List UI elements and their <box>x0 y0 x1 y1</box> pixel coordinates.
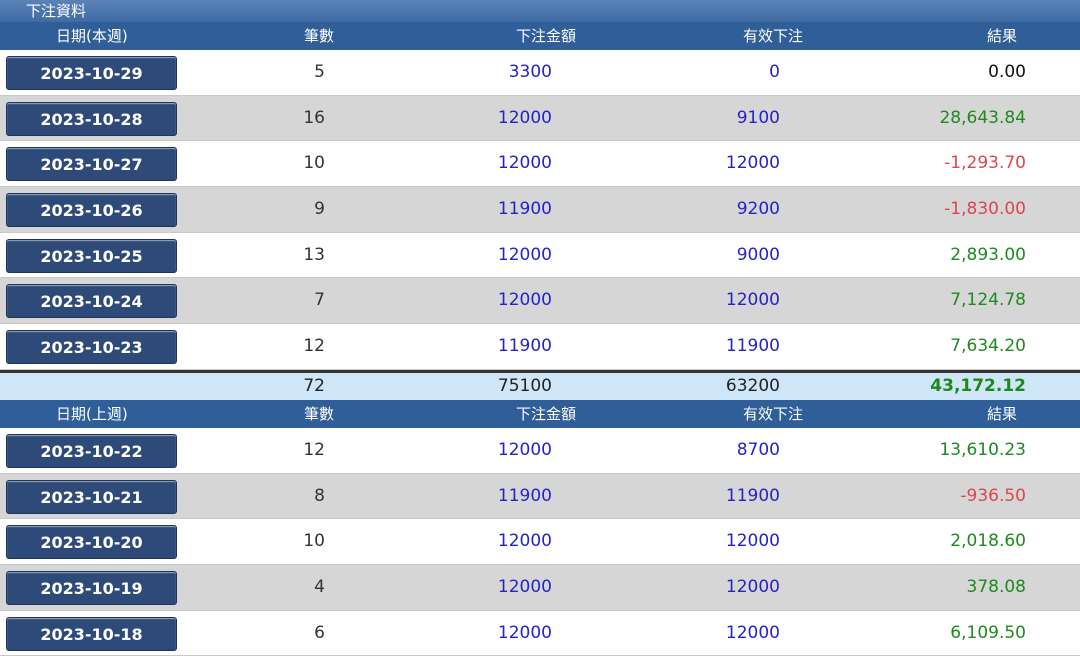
header-count-last-week: 筆數 <box>304 404 335 423</box>
valid-bet-cell: 11900 <box>725 485 780 506</box>
total-count: 72 <box>303 375 325 396</box>
bet-amount-cell: 12000 <box>497 153 552 174</box>
table-row: 2023-10-21 8 11900 11900 -936.50 <box>0 473 1080 520</box>
header-result: 結果 <box>987 27 1018 45</box>
this-week-header: 日期(本週) 筆數 下注金額 有效下注 結果 <box>0 22 1080 50</box>
valid-bet-cell: 12000 <box>725 153 780 174</box>
result-cell: 378.08 <box>966 576 1026 597</box>
bet-amount-cell: 11900 <box>497 336 552 357</box>
table-row: 2023-10-25 13 12000 9000 2,893.00 <box>0 233 1080 279</box>
valid-bet-cell: 9200 <box>736 199 780 220</box>
date-button[interactable]: 2023-10-21 <box>6 479 177 514</box>
bet-amount-cell: 12000 <box>497 439 552 460</box>
totals-row: 72 75100 63200 43,172.12 <box>0 369 1080 400</box>
result-cell: 7,124.78 <box>950 290 1026 311</box>
bet-amount-cell: 12000 <box>497 622 552 643</box>
result-cell: 28,643.84 <box>939 107 1026 128</box>
table-row: 2023-10-27 10 12000 12000 -1,293.70 <box>0 141 1080 188</box>
total-result: 43,172.12 <box>930 375 1026 396</box>
date-button[interactable]: 2023-10-28 <box>6 101 177 136</box>
result-cell: 13,610.23 <box>939 439 1026 460</box>
valid-bet-cell: 0 <box>769 62 780 82</box>
result-cell: 7,634.20 <box>950 336 1026 357</box>
table-row: 2023-10-29 5 3300 0 0.00 <box>0 50 1080 96</box>
date-button[interactable]: 2023-10-25 <box>6 238 177 273</box>
header-date: 日期(本週) <box>56 27 128 45</box>
valid-bet-cell: 12000 <box>725 290 780 311</box>
header-valid-last-week: 有效下注 <box>743 404 804 423</box>
date-button[interactable]: 2023-10-20 <box>6 525 177 560</box>
valid-bet-cell: 12000 <box>725 576 780 597</box>
table-row: 2023-10-26 9 11900 9200 -1,830.00 <box>0 187 1080 233</box>
date-button[interactable]: 2023-10-26 <box>6 193 177 228</box>
header-date-last-week: 日期(上週) <box>56 404 128 423</box>
result-cell: 6,109.50 <box>950 622 1026 643</box>
result-cell: -1,293.70 <box>944 153 1026 174</box>
count-cell: 13 <box>303 244 325 265</box>
this-week-table: 2023-10-29 5 3300 0 0.00 2023-10-28 16 12000 910… <box>0 50 1080 370</box>
table-row: 2023-10-22 12 12000 8700 13,610.23 <box>0 428 1080 474</box>
total-valid: 63200 <box>725 375 780 396</box>
bet-amount-cell: 11900 <box>497 199 552 220</box>
bet-amount-cell: 3300 <box>508 62 552 82</box>
count-cell: 10 <box>303 153 325 174</box>
count-cell: 4 <box>314 576 325 597</box>
valid-bet-cell: 12000 <box>725 531 780 552</box>
count-cell: 16 <box>303 107 325 128</box>
total-bet: 75100 <box>497 375 552 396</box>
result-cell: -936.50 <box>960 485 1026 506</box>
bet-amount-cell: 12000 <box>497 244 552 265</box>
bet-amount-cell: 12000 <box>497 576 552 597</box>
header-result-last-week: 結果 <box>987 404 1018 423</box>
date-button[interactable]: 2023-10-19 <box>6 570 177 605</box>
result-cell: 2,893.00 <box>950 244 1026 265</box>
date-button[interactable]: 2023-10-23 <box>6 330 177 365</box>
date-button[interactable]: 2023-10-22 <box>6 433 177 468</box>
date-button[interactable]: 2023-10-27 <box>6 147 177 182</box>
bet-amount-cell: 11900 <box>497 485 552 506</box>
last-week-table: 2023-10-22 12 12000 8700 13,610.23 2023-10-21… <box>0 428 1080 656</box>
bet-amount-cell: 12000 <box>497 107 552 128</box>
table-row: 2023-10-18 6 12000 12000 6,109.50 <box>0 611 1080 656</box>
last-week-header: 日期(上週) 筆數 下注金額 有效下注 結果 <box>0 399 1080 428</box>
table-row: 2023-10-20 10 12000 12000 2,018.60 <box>0 519 1080 565</box>
count-cell: 12 <box>303 336 325 357</box>
count-cell: 8 <box>314 485 325 506</box>
count-cell: 7 <box>314 290 325 311</box>
valid-bet-cell: 9000 <box>736 244 780 265</box>
count-cell: 10 <box>303 531 325 552</box>
valid-bet-cell: 12000 <box>725 622 780 643</box>
valid-bet-cell: 9100 <box>736 107 780 128</box>
count-cell: 9 <box>314 199 325 220</box>
table-row: 2023-10-19 4 12000 12000 378.08 <box>0 564 1080 611</box>
result-cell: 2,018.60 <box>950 531 1026 552</box>
count-cell: 5 <box>314 62 325 82</box>
count-cell: 12 <box>303 439 325 460</box>
result-cell: 0.00 <box>988 62 1026 82</box>
table-row: 2023-10-28 16 12000 9100 28,643.84 <box>0 95 1080 142</box>
header-bet-last-week: 下注金額 <box>516 404 577 423</box>
header-valid-bet: 有效下注 <box>743 27 804 45</box>
table-row: 2023-10-23 12 11900 11900 7,634.20 <box>0 324 1080 370</box>
valid-bet-cell: 8700 <box>736 439 780 460</box>
count-cell: 6 <box>314 622 325 643</box>
header-bet-amount: 下注金額 <box>516 27 577 45</box>
bet-amount-cell: 12000 <box>497 531 552 552</box>
page-title: 下注資料 <box>0 0 1080 22</box>
header-count: 筆數 <box>304 27 335 45</box>
date-button[interactable]: 2023-10-29 <box>6 56 177 90</box>
date-button[interactable]: 2023-10-24 <box>6 284 177 319</box>
valid-bet-cell: 11900 <box>725 336 780 357</box>
date-button[interactable]: 2023-10-18 <box>6 616 177 651</box>
bet-amount-cell: 12000 <box>497 290 552 311</box>
result-cell: -1,830.00 <box>944 199 1026 220</box>
table-row: 2023-10-24 7 12000 12000 7,124.78 <box>0 278 1080 325</box>
